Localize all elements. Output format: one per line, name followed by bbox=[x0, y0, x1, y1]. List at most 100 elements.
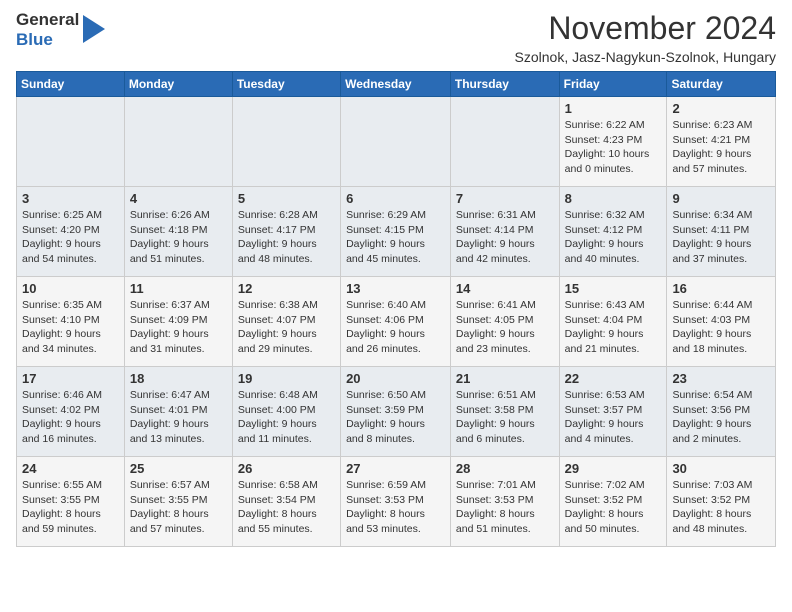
calendar-cell: 1 Sunrise: 6:22 AMSunset: 4:23 PMDaylight… bbox=[559, 97, 667, 187]
day-number: 10 bbox=[22, 281, 119, 296]
cell-info: Sunrise: 6:46 AMSunset: 4:02 PMDaylight:… bbox=[22, 388, 119, 447]
calendar-cell: 16Sunrise: 6:44 AMSunset: 4:03 PMDayligh… bbox=[667, 277, 776, 367]
calendar-header: SundayMondayTuesdayWednesdayThursdayFrid… bbox=[17, 72, 776, 97]
calendar-cell: 29 Sunrise: 7:02 AMSunset: 3:52 PMDayligh… bbox=[559, 457, 667, 547]
cell-info: Sunrise: 6:35 AMSunset: 4:10 PMDaylight:… bbox=[22, 298, 119, 357]
weekday-header: Monday bbox=[124, 72, 232, 97]
calendar-cell: 9 Sunrise: 6:34 AMSunset: 4:11 PMDaylight… bbox=[667, 187, 776, 277]
calendar-cell: 7 Sunrise: 6:31 AMSunset: 4:14 PMDaylight… bbox=[450, 187, 559, 277]
cell-info: Sunrise: 6:34 AMSunset: 4:11 PMDaylight:… bbox=[672, 208, 770, 267]
calendar-cell: 23 Sunrise: 6:54 AMSunset: 3:56 PMDayligh… bbox=[667, 367, 776, 457]
calendar-week-row: 24 Sunrise: 6:55 AMSunset: 3:55 PMDayligh… bbox=[17, 457, 776, 547]
cell-info: Sunrise: 6:40 AMSunset: 4:06 PMDaylight:… bbox=[346, 298, 445, 357]
day-number: 3 bbox=[22, 191, 119, 206]
day-number: 4 bbox=[130, 191, 227, 206]
cell-info: Sunrise: 7:03 AMSunset: 3:52 PMDaylight:… bbox=[672, 478, 770, 537]
day-number: 9 bbox=[672, 191, 770, 206]
logo: General Blue bbox=[16, 10, 105, 49]
cell-info: Sunrise: 6:23 AMSunset: 4:21 PMDaylight:… bbox=[672, 118, 770, 177]
cell-info: Sunrise: 6:51 AMSunset: 3:58 PMDaylight:… bbox=[456, 388, 554, 447]
calendar-cell: 27 Sunrise: 6:59 AMSunset: 3:53 PMDayligh… bbox=[341, 457, 451, 547]
calendar-body: 1 Sunrise: 6:22 AMSunset: 4:23 PMDaylight… bbox=[17, 97, 776, 547]
calendar-week-row: 17 Sunrise: 6:46 AMSunset: 4:02 PMDayligh… bbox=[17, 367, 776, 457]
calendar-cell: 13 Sunrise: 6:40 AMSunset: 4:06 PMDayligh… bbox=[341, 277, 451, 367]
day-number: 18 bbox=[130, 371, 227, 386]
day-number: 27 bbox=[346, 461, 445, 476]
day-number: 2 bbox=[672, 101, 770, 116]
day-number: 23 bbox=[672, 371, 770, 386]
calendar-cell: 12Sunrise: 6:38 AMSunset: 4:07 PMDayligh… bbox=[232, 277, 340, 367]
calendar-cell: 10 Sunrise: 6:35 AMSunset: 4:10 PMDayligh… bbox=[17, 277, 125, 367]
logo-graphic: General Blue bbox=[16, 10, 105, 49]
day-number: 24 bbox=[22, 461, 119, 476]
calendar-week-row: 3Sunrise: 6:25 AMSunset: 4:20 PMDaylight… bbox=[17, 187, 776, 277]
cell-info: Sunrise: 7:02 AMSunset: 3:52 PMDaylight:… bbox=[565, 478, 662, 537]
day-number: 13 bbox=[346, 281, 445, 296]
day-number: 11 bbox=[130, 281, 227, 296]
cell-info: Sunrise: 6:26 AMSunset: 4:18 PMDaylight:… bbox=[130, 208, 227, 267]
calendar-cell: 25Sunrise: 6:57 AMSunset: 3:55 PMDayligh… bbox=[124, 457, 232, 547]
cell-info: Sunrise: 6:50 AMSunset: 3:59 PMDaylight:… bbox=[346, 388, 445, 447]
cell-info: Sunrise: 6:41 AMSunset: 4:05 PMDaylight:… bbox=[456, 298, 554, 357]
day-number: 29 bbox=[565, 461, 662, 476]
cell-info: Sunrise: 6:55 AMSunset: 3:55 PMDaylight:… bbox=[22, 478, 119, 537]
calendar-cell bbox=[341, 97, 451, 187]
cell-info: Sunrise: 6:48 AMSunset: 4:00 PMDaylight:… bbox=[238, 388, 335, 447]
weekday-header: Tuesday bbox=[232, 72, 340, 97]
calendar-cell: 14 Sunrise: 6:41 AMSunset: 4:05 PMDayligh… bbox=[450, 277, 559, 367]
calendar-week-row: 1 Sunrise: 6:22 AMSunset: 4:23 PMDaylight… bbox=[17, 97, 776, 187]
day-number: 14 bbox=[456, 281, 554, 296]
cell-info: Sunrise: 6:59 AMSunset: 3:53 PMDaylight:… bbox=[346, 478, 445, 537]
cell-info: Sunrise: 6:47 AMSunset: 4:01 PMDaylight:… bbox=[130, 388, 227, 447]
calendar-cell bbox=[232, 97, 340, 187]
weekday-header: Friday bbox=[559, 72, 667, 97]
calendar-cell: 28 Sunrise: 7:01 AMSunset: 3:53 PMDayligh… bbox=[450, 457, 559, 547]
day-number: 1 bbox=[565, 101, 662, 116]
calendar-week-row: 10 Sunrise: 6:35 AMSunset: 4:10 PMDayligh… bbox=[17, 277, 776, 367]
day-number: 22 bbox=[565, 371, 662, 386]
weekday-header-row: SundayMondayTuesdayWednesdayThursdayFrid… bbox=[17, 72, 776, 97]
calendar-cell: 4 Sunrise: 6:26 AMSunset: 4:18 PMDaylight… bbox=[124, 187, 232, 277]
calendar-cell: 19Sunrise: 6:48 AMSunset: 4:00 PMDayligh… bbox=[232, 367, 340, 457]
day-number: 8 bbox=[565, 191, 662, 206]
cell-info: Sunrise: 6:54 AMSunset: 3:56 PMDaylight:… bbox=[672, 388, 770, 447]
logo-chevron-icon bbox=[83, 15, 105, 45]
cell-info: Sunrise: 6:53 AMSunset: 3:57 PMDaylight:… bbox=[565, 388, 662, 447]
calendar-cell: 18 Sunrise: 6:47 AMSunset: 4:01 PMDayligh… bbox=[124, 367, 232, 457]
day-number: 7 bbox=[456, 191, 554, 206]
day-number: 15 bbox=[565, 281, 662, 296]
cell-info: Sunrise: 6:28 AMSunset: 4:17 PMDaylight:… bbox=[238, 208, 335, 267]
day-number: 20 bbox=[346, 371, 445, 386]
cell-info: Sunrise: 7:01 AMSunset: 3:53 PMDaylight:… bbox=[456, 478, 554, 537]
calendar-cell: 15Sunrise: 6:43 AMSunset: 4:04 PMDayligh… bbox=[559, 277, 667, 367]
day-number: 21 bbox=[456, 371, 554, 386]
page: General Blue November 2024 Szolnok, Jasz… bbox=[0, 0, 792, 612]
day-number: 28 bbox=[456, 461, 554, 476]
day-number: 30 bbox=[672, 461, 770, 476]
calendar-cell: 22 Sunrise: 6:53 AMSunset: 3:57 PMDayligh… bbox=[559, 367, 667, 457]
title-block: November 2024 Szolnok, Jasz-Nagykun-Szol… bbox=[515, 10, 776, 65]
location: Szolnok, Jasz-Nagykun-Szolnok, Hungary bbox=[515, 49, 776, 65]
logo-text-block: General Blue bbox=[16, 10, 79, 49]
calendar-cell: 21 Sunrise: 6:51 AMSunset: 3:58 PMDayligh… bbox=[450, 367, 559, 457]
cell-info: Sunrise: 6:44 AMSunset: 4:03 PMDaylight:… bbox=[672, 298, 770, 357]
calendar-cell: 26Sunrise: 6:58 AMSunset: 3:54 PMDayligh… bbox=[232, 457, 340, 547]
calendar-cell: 6Sunrise: 6:29 AMSunset: 4:15 PMDaylight… bbox=[341, 187, 451, 277]
calendar-cell: 20 Sunrise: 6:50 AMSunset: 3:59 PMDayligh… bbox=[341, 367, 451, 457]
header: General Blue November 2024 Szolnok, Jasz… bbox=[16, 10, 776, 65]
calendar-cell: 17 Sunrise: 6:46 AMSunset: 4:02 PMDayligh… bbox=[17, 367, 125, 457]
calendar-cell: 24 Sunrise: 6:55 AMSunset: 3:55 PMDayligh… bbox=[17, 457, 125, 547]
day-number: 25 bbox=[130, 461, 227, 476]
calendar-cell: 11Sunrise: 6:37 AMSunset: 4:09 PMDayligh… bbox=[124, 277, 232, 367]
weekday-header: Saturday bbox=[667, 72, 776, 97]
calendar-cell: 2 Sunrise: 6:23 AMSunset: 4:21 PMDaylight… bbox=[667, 97, 776, 187]
calendar: SundayMondayTuesdayWednesdayThursdayFrid… bbox=[16, 71, 776, 547]
calendar-cell bbox=[17, 97, 125, 187]
calendar-cell bbox=[450, 97, 559, 187]
cell-info: Sunrise: 6:31 AMSunset: 4:14 PMDaylight:… bbox=[456, 208, 554, 267]
day-number: 26 bbox=[238, 461, 335, 476]
cell-info: Sunrise: 6:22 AMSunset: 4:23 PMDaylight:… bbox=[565, 118, 662, 177]
calendar-cell: 30 Sunrise: 7:03 AMSunset: 3:52 PMDayligh… bbox=[667, 457, 776, 547]
day-number: 17 bbox=[22, 371, 119, 386]
day-number: 5 bbox=[238, 191, 335, 206]
